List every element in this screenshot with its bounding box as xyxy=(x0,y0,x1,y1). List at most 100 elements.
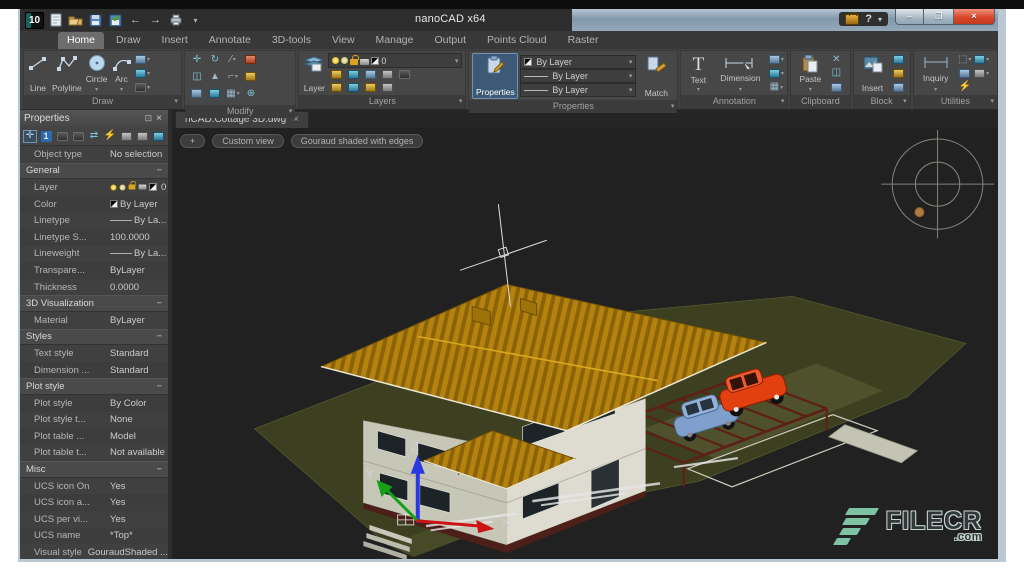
property-row[interactable]: UCS name *Top* xyxy=(20,528,168,545)
quick-select-icon[interactable]: ⚡ xyxy=(957,81,973,94)
property-row[interactable]: Linetype S... 100.0000 xyxy=(20,229,168,246)
minimize-button[interactable]: – xyxy=(895,9,924,25)
leader-tool-icon[interactable]: ▾ xyxy=(768,53,784,66)
toolbox-icon[interactable] xyxy=(845,14,859,25)
draw-group-label[interactable]: Draw▾ xyxy=(24,95,181,108)
property-row[interactable]: UCS icon On Yes xyxy=(20,478,168,495)
utilities-group-label[interactable]: Utilities▾ xyxy=(914,95,997,108)
rectangle-tool-icon[interactable]: ▾ xyxy=(135,53,151,66)
trim-icon[interactable]: ⁄▾ xyxy=(224,53,242,66)
property-row[interactable]: Linetype By La... xyxy=(20,212,168,229)
ellipse-tool-icon[interactable]: ▾ xyxy=(135,67,151,80)
toggle-value-icon[interactable] xyxy=(55,130,69,143)
redo-forward-icon[interactable]: → xyxy=(147,13,164,28)
property-row[interactable]: Object type No selection xyxy=(20,146,168,163)
layer-button[interactable]: Layer xyxy=(302,53,326,94)
undo-back-icon[interactable]: ← xyxy=(127,13,144,28)
dimension-button[interactable]: Dimension ▾ xyxy=(714,53,766,94)
explode-icon[interactable] xyxy=(242,70,260,83)
ribbon-tab[interactable]: 3D-tools xyxy=(263,32,320,49)
point-style-icon[interactable] xyxy=(957,67,973,80)
viewport-control[interactable]: Gouraud shaded with edges xyxy=(291,134,424,148)
help-button[interactable]: ? xyxy=(865,13,872,25)
edit-block-icon[interactable] xyxy=(891,67,907,80)
ribbon-tab[interactable]: View xyxy=(323,32,364,49)
lineweight-select[interactable]: By Layer ▾ xyxy=(520,69,636,83)
table-tool-icon[interactable]: ▦▾ xyxy=(768,81,784,94)
ribbon-tab[interactable]: Raster xyxy=(559,32,608,49)
select-objects-icon[interactable]: ✛ xyxy=(23,130,37,143)
properties-button[interactable]: Properties xyxy=(472,53,518,99)
close-button[interactable]: × xyxy=(953,9,995,25)
mirror-icon[interactable]: ▲ xyxy=(206,70,224,83)
property-row[interactable]: Plot style t... None xyxy=(20,412,168,429)
layer-thaw-icon[interactable] xyxy=(379,81,395,94)
property-row[interactable]: Plot style By Color xyxy=(20,395,168,412)
ribbon-tab[interactable]: Annotate xyxy=(200,32,260,49)
layer-match-icon[interactable] xyxy=(328,81,344,94)
toggle-pickadd-icon[interactable] xyxy=(71,130,85,143)
preview-icon[interactable] xyxy=(151,130,165,143)
layer-lock-tool-icon[interactable] xyxy=(362,68,378,81)
create-block-icon[interactable] xyxy=(891,53,907,66)
text-button[interactable]: T Text ▾ xyxy=(684,53,712,94)
property-section-header[interactable]: Styles− xyxy=(20,329,168,346)
property-section-header[interactable]: General− xyxy=(20,163,168,180)
property-row[interactable]: Layer 0 xyxy=(20,179,168,196)
quick-properties-icon[interactable]: ⚡ xyxy=(103,130,117,143)
property-row[interactable]: Dimension ... Standard xyxy=(20,362,168,379)
modify-group-label[interactable]: Modify▾ xyxy=(185,105,295,118)
palette-pin-icon[interactable]: ⊡ xyxy=(143,113,155,124)
layer-off-icon[interactable] xyxy=(379,68,395,81)
viewport-control[interactable]: + xyxy=(180,134,205,148)
layer-prev-icon[interactable] xyxy=(345,81,361,94)
ribbon-tab[interactable]: Points Cloud xyxy=(478,32,556,49)
layer-select[interactable]: 0 ▾ xyxy=(328,53,462,68)
property-row[interactable]: Material ByLayer xyxy=(20,312,168,329)
scale-icon[interactable] xyxy=(206,87,224,100)
ribbon-tab[interactable]: Draw xyxy=(107,32,150,49)
property-row[interactable]: Transpare... ByLayer xyxy=(20,262,168,279)
copy-with-basepoint-icon[interactable] xyxy=(828,81,844,94)
property-row[interactable]: Color By Layer xyxy=(20,196,168,213)
property-row[interactable]: Plot table ... Model xyxy=(20,428,168,445)
maximize-button[interactable]: ❐ xyxy=(924,9,953,25)
property-row[interactable]: Text style Standard xyxy=(20,345,168,362)
inquiry-button[interactable]: Inquiry ▾ xyxy=(917,53,955,94)
line-button[interactable]: Line xyxy=(27,53,49,94)
insert-button[interactable]: Insert xyxy=(857,53,889,94)
hatch-tool-icon[interactable]: ▾ xyxy=(135,81,151,94)
arc-button[interactable]: Arc ▾ xyxy=(111,53,133,94)
viewport-control[interactable]: Custom view xyxy=(212,134,284,148)
dimension-style-icon[interactable]: ▾ xyxy=(768,67,784,80)
collapse-all-icon[interactable] xyxy=(119,130,133,143)
print-icon[interactable] xyxy=(167,13,184,28)
select-window-icon[interactable]: ⬚▾ xyxy=(957,53,973,66)
properties-group-label[interactable]: Properties▾ xyxy=(469,100,677,113)
property-row[interactable]: UCS icon a... Yes xyxy=(20,494,168,511)
offset-icon[interactable]: ⊕ xyxy=(242,87,260,100)
layer-states-icon[interactable] xyxy=(396,68,412,81)
block-attributes-icon[interactable] xyxy=(891,81,907,94)
ribbon-tab[interactable]: Output xyxy=(425,32,475,49)
palette-close-icon[interactable]: × xyxy=(154,113,164,124)
expand-all-icon[interactable] xyxy=(135,130,149,143)
cut-icon[interactable]: ✕ xyxy=(828,53,844,66)
ribbon-tab[interactable]: Home xyxy=(58,32,104,49)
array-icon[interactable]: ▦▾ xyxy=(224,87,242,100)
open-file-icon[interactable] xyxy=(67,13,84,28)
annotation-group-label[interactable]: Annotation▾ xyxy=(681,95,787,108)
help-caret-icon[interactable]: ▾ xyxy=(878,15,882,24)
layer-freeze-tool-icon[interactable] xyxy=(345,68,361,81)
ribbon-tab[interactable]: Manage xyxy=(367,32,423,49)
stretch-icon[interactable] xyxy=(188,87,206,100)
property-section-header[interactable]: Misc− xyxy=(20,461,168,478)
layer-isolate-icon[interactable] xyxy=(328,68,344,81)
rotate-icon[interactable]: ↻ xyxy=(206,53,224,66)
quick-access-customize-icon[interactable]: ▾ xyxy=(187,13,204,28)
select-all-icon[interactable]: ⇄ xyxy=(87,130,101,143)
save-icon[interactable] xyxy=(87,13,104,28)
model-viewport[interactable]: Z Y X xyxy=(172,128,998,559)
draw-order-icon[interactable]: ▾ xyxy=(974,53,990,66)
app-logo[interactable]: 10 xyxy=(25,12,44,29)
